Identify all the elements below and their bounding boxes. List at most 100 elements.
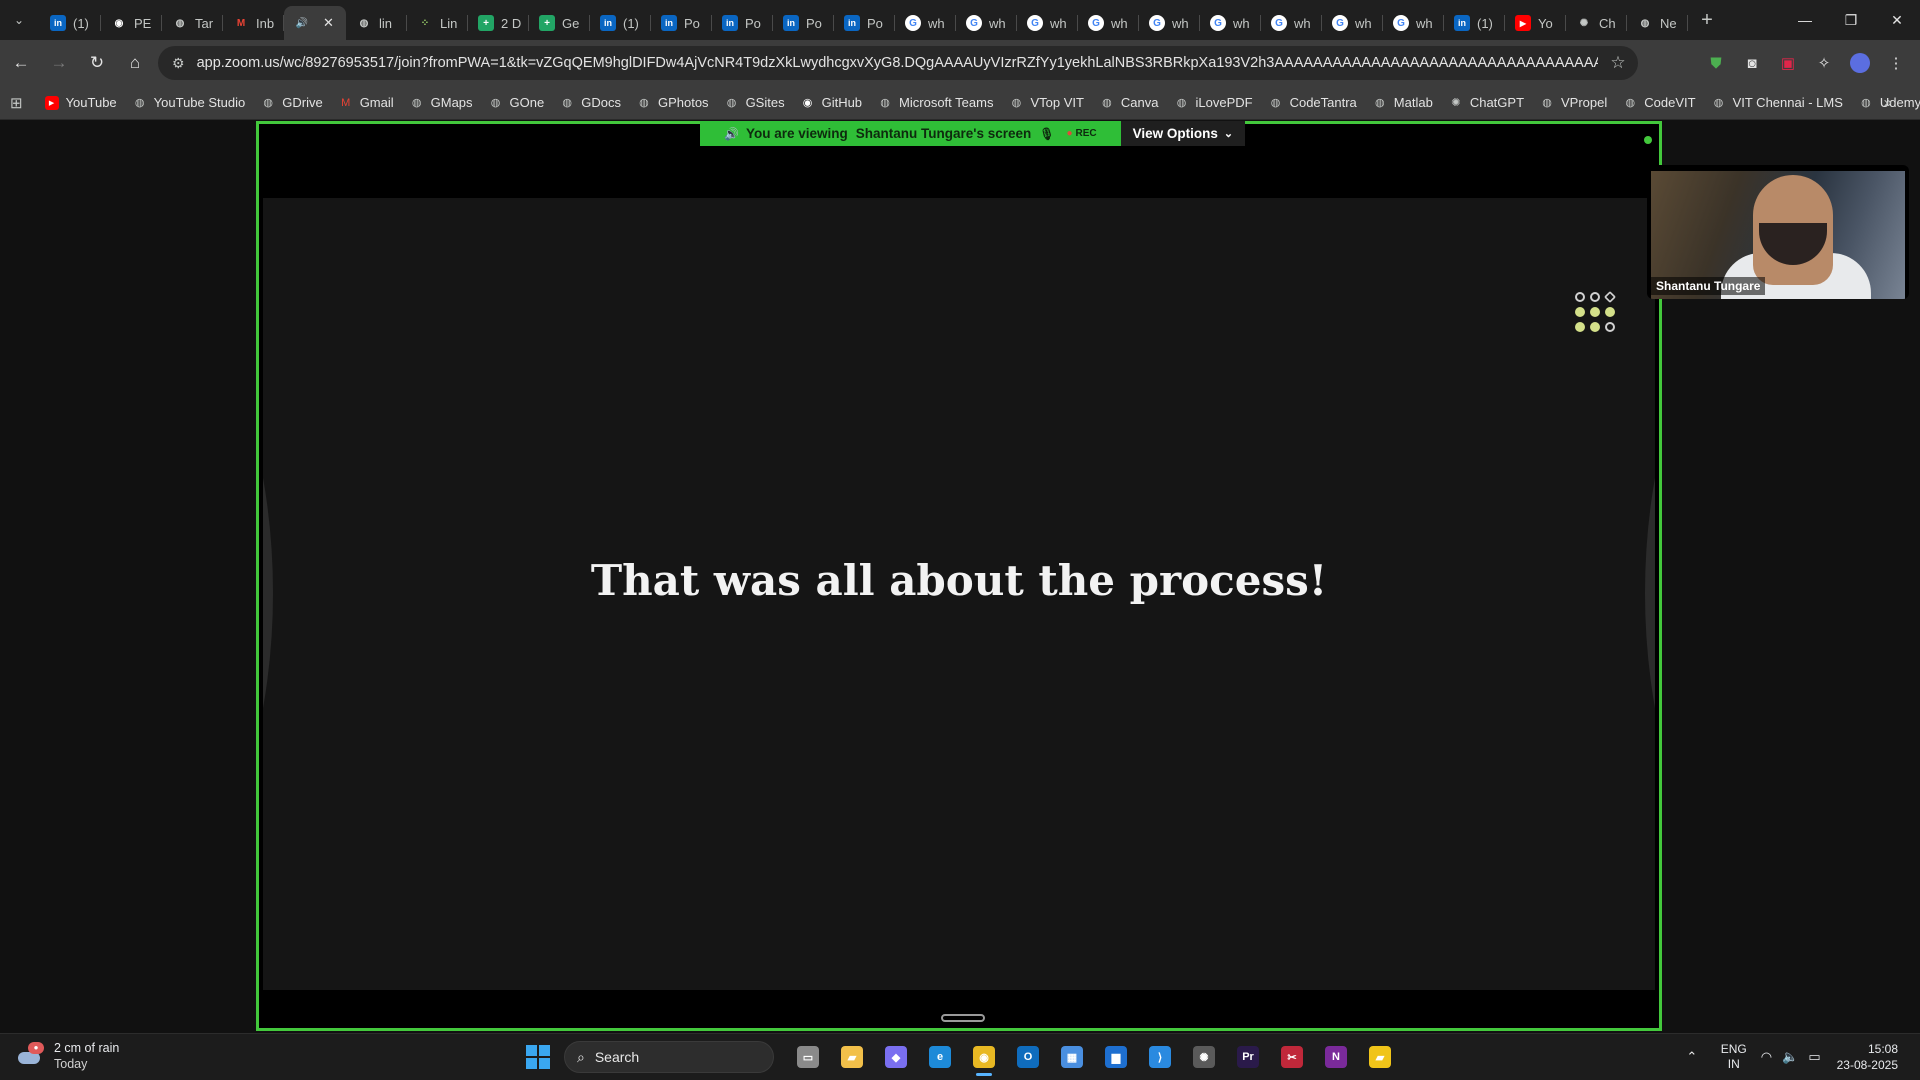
- taskbar-search[interactable]: ⌕ Search: [564, 1041, 774, 1073]
- reload-button[interactable]: ↻: [80, 46, 114, 80]
- bookmark-item[interactable]: ◍ GDrive: [261, 95, 322, 110]
- pocket-extension-button[interactable]: ▣: [1770, 46, 1806, 80]
- bookmark-item[interactable]: ◍ VTop VIT: [1009, 95, 1084, 110]
- camera-extension-button[interactable]: ◙: [1734, 46, 1770, 80]
- bookmark-item[interactable]: ◍ CodeVIT: [1623, 95, 1695, 110]
- profile-button[interactable]: [1842, 46, 1878, 80]
- browser-tab[interactable]: Gwh: [1017, 6, 1078, 40]
- bookmark-item[interactable]: ◍ GDocs: [560, 95, 621, 110]
- restore-button[interactable]: ❐: [1828, 0, 1874, 40]
- weather-widget[interactable]: ● 2 cm of rain Today: [18, 1040, 119, 1072]
- address-bar[interactable]: ⚙ app.zoom.us/wc/89276953517/join?fromPW…: [158, 46, 1638, 80]
- browser-tab[interactable]: in (1): [1444, 6, 1505, 40]
- taskbar-app[interactable]: ▰: [830, 1040, 874, 1074]
- browser-tab[interactable]: Gwh: [895, 6, 956, 40]
- bookmark-label: Canva: [1120, 95, 1159, 110]
- browser-tab[interactable]: ◍ lin: [346, 6, 407, 40]
- browser-tab[interactable]: 🔊 ✕: [284, 6, 346, 40]
- bookmark-star-icon[interactable]: ☆: [1598, 53, 1638, 73]
- browser-tab[interactable]: in Po: [712, 6, 773, 40]
- language-indicator[interactable]: ENG IN: [1721, 1042, 1747, 1072]
- taskbar-app[interactable]: ▭: [786, 1040, 830, 1074]
- taskbar-app[interactable]: ◆: [874, 1040, 918, 1074]
- bookmark-item[interactable]: ◍ Canva: [1100, 95, 1159, 110]
- forward-button[interactable]: →: [42, 46, 76, 80]
- bookmark-item[interactable]: ◍ iLovePDF: [1175, 95, 1253, 110]
- browser-tab[interactable]: in Po: [773, 6, 834, 40]
- viewing-name: Shantanu Tungare's screen: [855, 126, 1032, 141]
- taskbar-app[interactable]: ✺: [1182, 1040, 1226, 1074]
- extensions-button[interactable]: ✧: [1806, 46, 1842, 80]
- view-options-button[interactable]: View Options ⌄: [1120, 121, 1246, 146]
- bookmark-label: Microsoft Teams: [899, 95, 994, 110]
- taskbar-app[interactable]: e: [918, 1040, 962, 1074]
- site-info-icon[interactable]: ⚙: [172, 55, 185, 72]
- browser-tab[interactable]: ⁘ Lin: [407, 6, 468, 40]
- bookmark-item[interactable]: ◍ CodeTantra: [1269, 95, 1357, 110]
- close-window-button[interactable]: ✕: [1874, 0, 1920, 40]
- back-button[interactable]: ←: [4, 46, 38, 80]
- tab-search-button[interactable]: ⌄: [4, 5, 34, 35]
- bookmark-item[interactable]: ◍ GOne: [489, 95, 545, 110]
- bookmark-item[interactable]: ◍ GPhotos: [637, 95, 708, 110]
- participant-name: Shantanu Tungare: [1651, 277, 1766, 295]
- browser-tab[interactable]: Gwh: [956, 6, 1017, 40]
- bookmark-item[interactable]: ▶ YouTube: [44, 95, 117, 110]
- taskbar-app[interactable]: ▰: [1358, 1040, 1402, 1074]
- browser-tab[interactable]: + Ge: [529, 6, 590, 40]
- taskbar-app[interactable]: ✂: [1270, 1040, 1314, 1074]
- browser-tab[interactable]: Gwh: [1078, 6, 1139, 40]
- new-tab-button[interactable]: +: [1692, 5, 1722, 35]
- clock[interactable]: 15:08 23-08-2025: [1837, 1041, 1898, 1073]
- url-text[interactable]: app.zoom.us/wc/89276953517/join?fromPWA=…: [197, 55, 1598, 71]
- bookmark-item[interactable]: ◉ GitHub: [801, 95, 862, 110]
- chevron-double-right-icon[interactable]: »: [1884, 94, 1892, 111]
- browser-tab[interactable]: Gwh: [1200, 6, 1261, 40]
- taskbar-app[interactable]: O: [1006, 1040, 1050, 1074]
- bookmark-label: Gmail: [359, 95, 394, 110]
- apps-grid-icon[interactable]: ⊞: [10, 94, 23, 112]
- browser-tab[interactable]: Gwh: [1139, 6, 1200, 40]
- browser-tab[interactable]: ▶ Yo: [1505, 6, 1566, 40]
- taskbar-app[interactable]: ▦: [1050, 1040, 1094, 1074]
- browser-tab[interactable]: M Inb: [223, 6, 284, 40]
- taskbar-app[interactable]: Pr: [1226, 1040, 1270, 1074]
- share-scroll-handle[interactable]: [941, 1014, 985, 1022]
- taskbar-app[interactable]: ⟩: [1138, 1040, 1182, 1074]
- browser-tab[interactable]: +2 D: [468, 6, 529, 40]
- taskbar-app[interactable]: N: [1314, 1040, 1358, 1074]
- bookmark-item[interactable]: ◍ Matlab: [1373, 95, 1433, 110]
- browser-tab[interactable]: in Po: [834, 6, 895, 40]
- menu-button[interactable]: ⋮: [1878, 46, 1914, 80]
- home-button[interactable]: ⌂: [118, 46, 152, 80]
- browser-tab[interactable]: Gwh: [1383, 6, 1444, 40]
- browser-tab[interactable]: in (1): [590, 6, 651, 40]
- taskbar-app[interactable]: ◉: [962, 1040, 1006, 1076]
- browser-tab[interactable]: in (1): [40, 6, 101, 40]
- browser-tab[interactable]: ✺ Ch: [1566, 6, 1627, 40]
- browser-tab[interactable]: Gwh: [1322, 6, 1383, 40]
- tab-close-icon[interactable]: ✕: [323, 15, 334, 31]
- chevron-up-icon[interactable]: ⌃: [1677, 1049, 1707, 1065]
- taskbar-app[interactable]: ▆: [1094, 1040, 1138, 1074]
- linkedin-icon: in: [722, 15, 738, 31]
- browser-tab[interactable]: ◍ Ne: [1627, 6, 1688, 40]
- google-icon: G: [1027, 15, 1043, 31]
- browser-tab[interactable]: Gwh: [1261, 6, 1322, 40]
- browser-tab[interactable]: in Po: [651, 6, 712, 40]
- bookmark-item[interactable]: M Gmail: [339, 95, 394, 110]
- shield-extension-button[interactable]: ⛊: [1698, 46, 1734, 80]
- bookmark-item[interactable]: ◍ Microsoft Teams: [878, 95, 993, 110]
- bookmark-item[interactable]: ◍ VPropel: [1540, 95, 1607, 110]
- bookmark-item[interactable]: ◍ YouTube Studio: [133, 95, 245, 110]
- bookmark-item[interactable]: ◍ VIT Chennai - LMS: [1712, 95, 1843, 110]
- minimize-button[interactable]: —: [1782, 0, 1828, 40]
- start-button[interactable]: [526, 1045, 550, 1069]
- browser-tab[interactable]: ◍ Tar: [162, 6, 223, 40]
- bookmark-item[interactable]: ◍ GMaps: [410, 95, 473, 110]
- bookmark-item[interactable]: ◍ GSites: [725, 95, 785, 110]
- participant-video-tile[interactable]: Shantanu Tungare: [1647, 165, 1909, 299]
- status-icons[interactable]: ◠ 🔈 ▭: [1761, 1049, 1821, 1065]
- bookmark-item[interactable]: ✺ ChatGPT: [1449, 95, 1524, 110]
- browser-tab[interactable]: ◉ PE: [101, 6, 162, 40]
